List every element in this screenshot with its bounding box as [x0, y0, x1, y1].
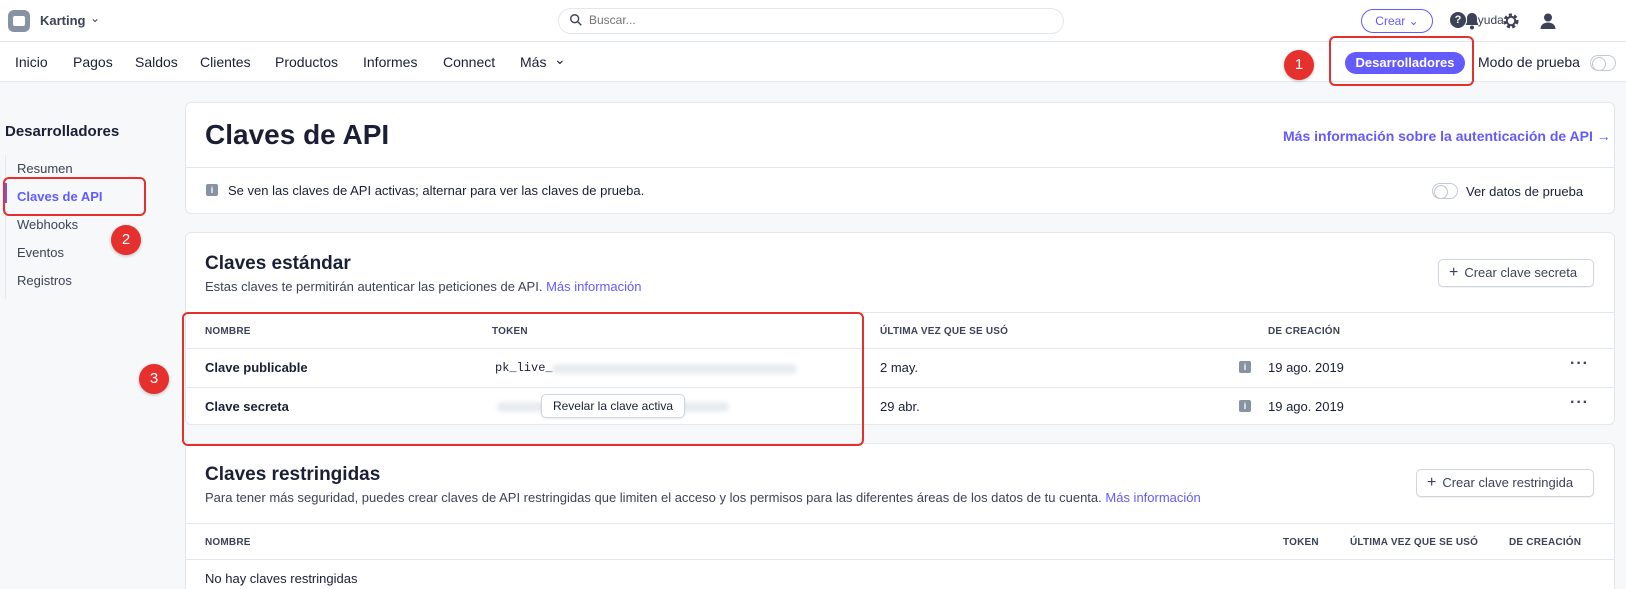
col-header-name: NOMBRE — [205, 537, 251, 548]
sidebar-item-resumen[interactable]: Resumen — [17, 161, 73, 176]
view-test-data-label: Ver datos de prueba — [1466, 184, 1584, 199]
divider — [186, 559, 1614, 560]
nav-item-saldos[interactable]: Saldos — [135, 54, 178, 70]
sidebar-item-eventos[interactable]: Eventos — [17, 245, 64, 260]
more-info-link[interactable]: Más información — [1105, 490, 1200, 505]
gear-icon[interactable] — [1501, 11, 1521, 31]
auth-info-link[interactable]: Más información sobre la autenticación d… — [1283, 128, 1611, 144]
nav-item-pagos[interactable]: Pagos — [73, 54, 113, 70]
annotation-box — [1329, 36, 1474, 86]
account-name[interactable]: Karting — [40, 13, 86, 28]
col-header-last-used: ÚLTIMA VEZ QUE SE USÓ — [880, 326, 1009, 337]
col-header-created: DE CREACIÓN — [1509, 537, 1582, 548]
more-options-icon[interactable]: ··· — [1570, 394, 1589, 412]
nav-item-informes[interactable]: Informes — [363, 54, 417, 70]
info-icon[interactable]: i — [1239, 400, 1251, 412]
nav-item-inicio[interactable]: Inicio — [15, 54, 48, 70]
nav-item-clientes[interactable]: Clientes — [200, 54, 251, 70]
nav-item-connect[interactable]: Connect — [443, 54, 495, 70]
info-icon[interactable]: i — [1239, 361, 1251, 373]
store-icon[interactable] — [8, 10, 30, 32]
chevron-down-icon[interactable]: ⌄ — [90, 11, 100, 25]
create-button[interactable]: Crear ⌄ — [1361, 9, 1433, 33]
col-header-last-used: ÚLTIMA VEZ QUE SE USÓ — [1350, 537, 1479, 548]
more-info-link[interactable]: Más información — [546, 279, 641, 294]
col-header-token: TOKEN — [1283, 537, 1319, 548]
standard-keys-desc: Estas claves te permitirán autenticar la… — [205, 279, 642, 294]
annotation-number: 2 — [111, 225, 141, 255]
user-icon[interactable] — [1538, 11, 1558, 31]
bell-icon[interactable] — [1462, 11, 1482, 31]
test-mode-label: Modo de prueba — [1478, 54, 1580, 70]
created-date: 19 ago. 2019 — [1268, 360, 1344, 375]
annotation-number: 3 — [139, 364, 169, 394]
divider — [186, 167, 1614, 168]
more-options-icon[interactable]: ··· — [1570, 355, 1589, 373]
created-date: 19 ago. 2019 — [1268, 399, 1344, 414]
test-mode-toggle[interactable] — [1590, 55, 1616, 71]
last-used: 2 may. — [880, 360, 919, 375]
info-icon: i — [206, 184, 218, 196]
col-header-created: DE CREACIÓN — [1268, 326, 1341, 337]
create-restricted-key-button[interactable]: + Crear clave restringida — [1416, 469, 1594, 497]
sidebar-item-registros[interactable]: Registros — [17, 273, 72, 288]
create-secret-key-button[interactable]: + Crear clave secreta — [1438, 259, 1594, 287]
last-used: 29 abr. — [880, 399, 920, 414]
sidebar-title: Desarrolladores — [5, 123, 120, 140]
plus-icon: + — [1427, 474, 1437, 491]
view-test-data-toggle[interactable] — [1432, 183, 1458, 199]
search-icon — [570, 14, 582, 26]
plus-icon: + — [1449, 264, 1459, 281]
divider — [186, 523, 1614, 524]
restricted-keys-desc: Para tener más seguridad, puedes crear c… — [205, 490, 1201, 505]
restricted-keys-title: Claves restringidas — [205, 464, 381, 485]
annotation-number: 1 — [1284, 50, 1314, 80]
restricted-keys-card — [185, 443, 1615, 589]
empty-state-text: No hay claves restringidas — [205, 571, 358, 586]
nav-item-mas[interactable]: Más — [520, 54, 546, 70]
search-bar[interactable] — [558, 8, 1064, 34]
nav-item-productos[interactable]: Productos — [275, 54, 338, 70]
page-title: Claves de API — [205, 119, 390, 150]
annotation-box — [182, 312, 864, 446]
search-input[interactable] — [589, 13, 1049, 27]
live-keys-notice: Se ven las claves de API activas; altern… — [228, 183, 645, 198]
chevron-down-icon[interactable]: ⌄ — [554, 51, 566, 68]
annotation-box — [3, 177, 146, 216]
standard-keys-title: Claves estándar — [205, 253, 351, 274]
sidebar-item-webhooks[interactable]: Webhooks — [17, 217, 78, 232]
